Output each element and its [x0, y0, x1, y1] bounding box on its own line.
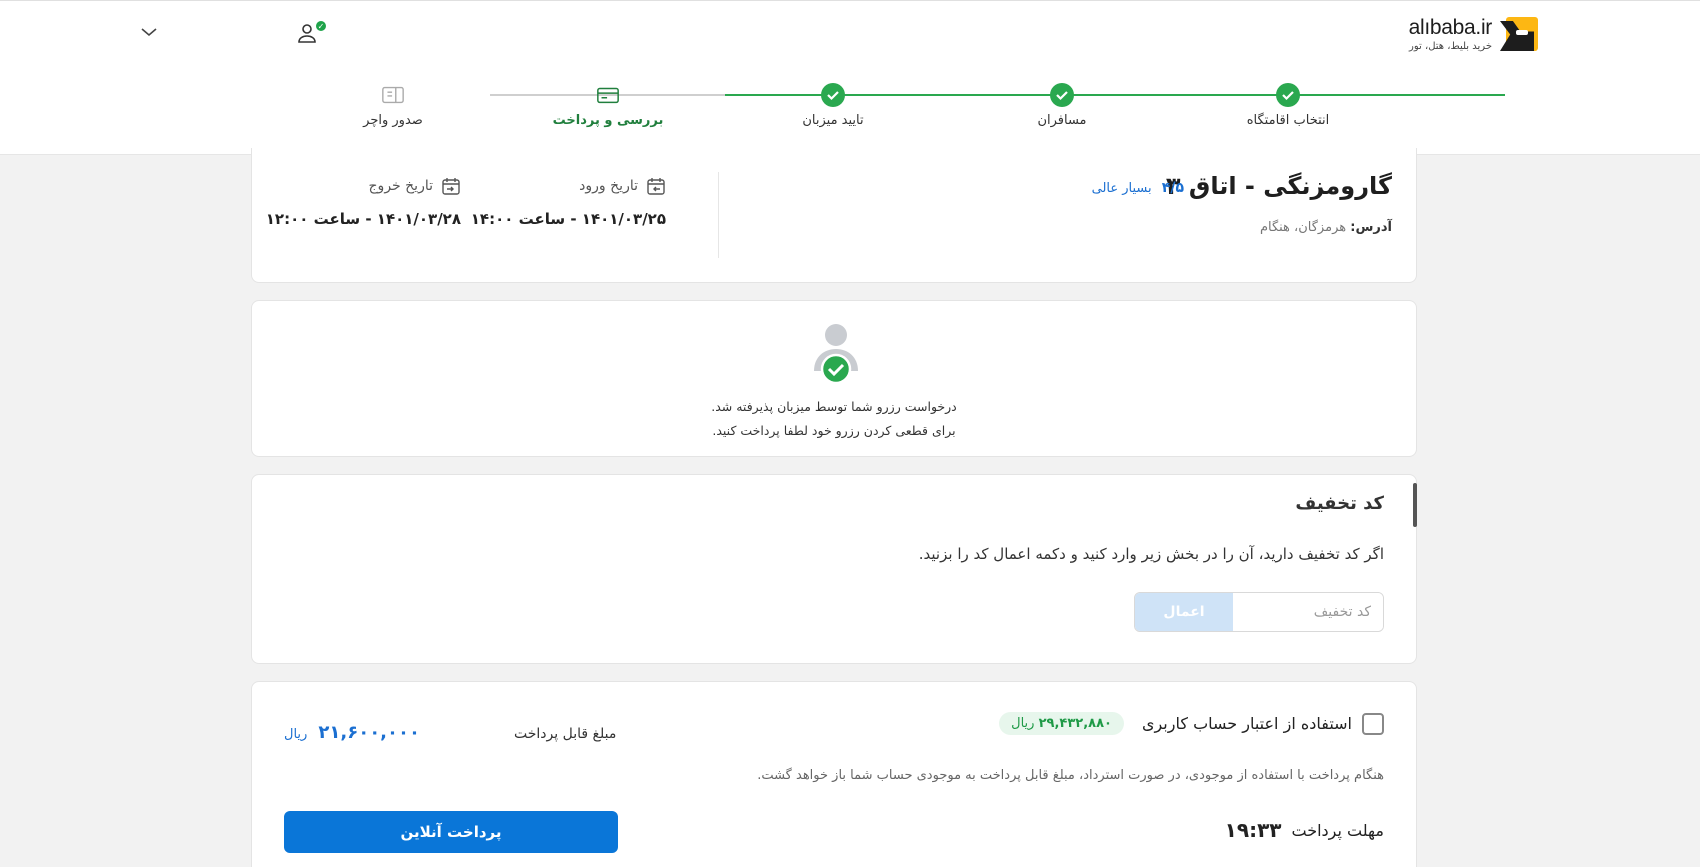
acceptance-message: درخواست رزرو شما توسط میزبان پذیرفته شد.… [252, 395, 1416, 443]
step-host-confirm: تایید میزبان [758, 83, 908, 128]
calendar-out-icon [442, 178, 460, 195]
checkout-label: تاریخ خروج [368, 178, 433, 194]
checkin-value: ۱۴۰۱/۰۳/۲۵ - ساعت ۱۴:۰۰ [470, 210, 666, 228]
rating-word: بسیار عالی [1091, 181, 1152, 196]
hotel-title: گارومزنگی - اتاق ۳ [1165, 172, 1392, 200]
booking-stepper: صدور واچر بررسی و پرداخت تایید میزبان مس… [350, 83, 1505, 133]
acceptance-line-1: درخواست رزرو شما توسط میزبان پذیرفته شد. [711, 399, 957, 414]
chevron-down-icon[interactable] [140, 25, 158, 39]
hotel-summary-card: گارومزنگی - اتاق ۳ ۴/۵ بسیار عالی آدرس: … [251, 148, 1417, 283]
checkin-label: تاریخ ورود [579, 178, 638, 194]
step-select-accommodation: انتخاب اقامتگاه [1213, 83, 1363, 128]
check-icon [1276, 83, 1300, 107]
payable-amount-value: ۲۱,۶۰۰,۰۰۰ [318, 722, 420, 743]
step-passengers: مسافران [987, 83, 1137, 128]
online-payment-button[interactable]: پرداخت آنلاین [284, 811, 618, 853]
checkout-value: ۱۴۰۱/۰۳/۲۸ - ساعت ۱۲:۰۰ [265, 210, 461, 228]
discount-code-input[interactable] [1233, 593, 1383, 631]
hotel-address: آدرس: هرمزگان، هنگام [1260, 220, 1392, 235]
logo-tagline: خرید بلیط، هتل، تور [1409, 41, 1492, 52]
check-icon [821, 83, 845, 107]
discount-form: اعمال [1134, 592, 1384, 632]
discount-title: کد تخفیف [1295, 493, 1384, 514]
divider [718, 172, 719, 258]
step-label: بررسی و پرداخت [552, 113, 664, 128]
apply-discount-button[interactable]: اعمال [1135, 593, 1233, 631]
discount-description: اگر کد تخفیف دارید، آن را در بخش زیر وار… [918, 545, 1384, 563]
voucher-icon [381, 83, 405, 107]
credit-currency: ریال [1011, 716, 1035, 731]
discount-card: کد تخفیف اگر کد تخفیف دارید، آن را در بخ… [251, 474, 1417, 664]
logo-brand: alıbaba.ir [1408, 16, 1493, 39]
rating-score: ۴/۵ [1161, 180, 1184, 196]
verified-badge-icon: ✓ [315, 20, 327, 32]
address-value: هرمزگان، هنگام [1259, 220, 1347, 235]
deadline-label: مهلت پرداخت [1291, 820, 1385, 840]
credit-note: هنگام پرداخت با استفاده از موجودی، در صو… [757, 768, 1384, 783]
host-accepted-icon [814, 324, 858, 385]
step-label: تایید میزبان [802, 113, 864, 128]
use-credit-row[interactable]: استفاده از اعتبار حساب کاربری ۲۹,۴۳۲,۸۸۰… [999, 712, 1384, 735]
step-review-payment: بررسی و پرداخت [533, 83, 683, 128]
address-label: آدرس: [1350, 220, 1392, 235]
deadline-timer: ۱۹:۳۳ [1224, 818, 1282, 842]
payment-card: استفاده از اعتبار حساب کاربری ۲۹,۴۳۲,۸۸۰… [251, 681, 1417, 867]
checkout-date: تاریخ خروج ۱۴۰۱/۰۳/۲۸ - ساعت ۱۲:۰۰ [266, 176, 461, 228]
payment-deadline: مهلت پرداخت ۱۹:۳۳ [1225, 818, 1384, 842]
payable-amount: ۲۱,۶۰۰,۰۰۰ ریال [284, 722, 420, 743]
host-acceptance-card: درخواست رزرو شما توسط میزبان پذیرفته شد.… [251, 300, 1417, 457]
user-account-button[interactable]: ✓ [296, 20, 327, 49]
payable-currency: ریال [284, 727, 308, 742]
step-label: مسافران [1037, 113, 1087, 128]
top-header: alıbaba.ir خرید بلیط، هتل، تور ✓ صدور وا… [0, 0, 1700, 155]
hotel-rating: ۴/۵ بسیار عالی [1092, 180, 1184, 196]
checkin-date: تاریخ ورود ۱۴۰۱/۰۳/۲۵ - ساعت ۱۴:۰۰ [471, 176, 666, 228]
alibaba-logo[interactable]: alıbaba.ir خرید بلیط، هتل، تور [1409, 15, 1540, 53]
payable-label: مبلغ قابل پرداخت [514, 726, 617, 742]
credit-balance-badge: ۲۹,۴۳۲,۸۸۰ ریال [999, 712, 1124, 735]
use-credit-label: استفاده از اعتبار حساب کاربری [1141, 714, 1352, 733]
step-voucher: صدور واچر [318, 83, 468, 128]
logo-text: alıbaba.ir خرید بلیط، هتل، تور [1408, 15, 1493, 53]
section-accent-bar [1413, 483, 1417, 527]
acceptance-line-2: برای قطعی کردن رزرو خود لطفا پرداخت کنید… [712, 423, 956, 438]
check-icon [1050, 83, 1074, 107]
credit-card-icon [596, 83, 620, 107]
logo-icon [1498, 15, 1540, 53]
use-credit-checkbox[interactable] [1362, 712, 1384, 735]
step-label: صدور واچر [363, 113, 423, 128]
credit-amount: ۲۹,۴۳۲,۸۸۰ [1038, 716, 1112, 731]
calendar-in-icon [647, 178, 665, 195]
step-label: انتخاب اقامتگاه [1246, 113, 1330, 128]
